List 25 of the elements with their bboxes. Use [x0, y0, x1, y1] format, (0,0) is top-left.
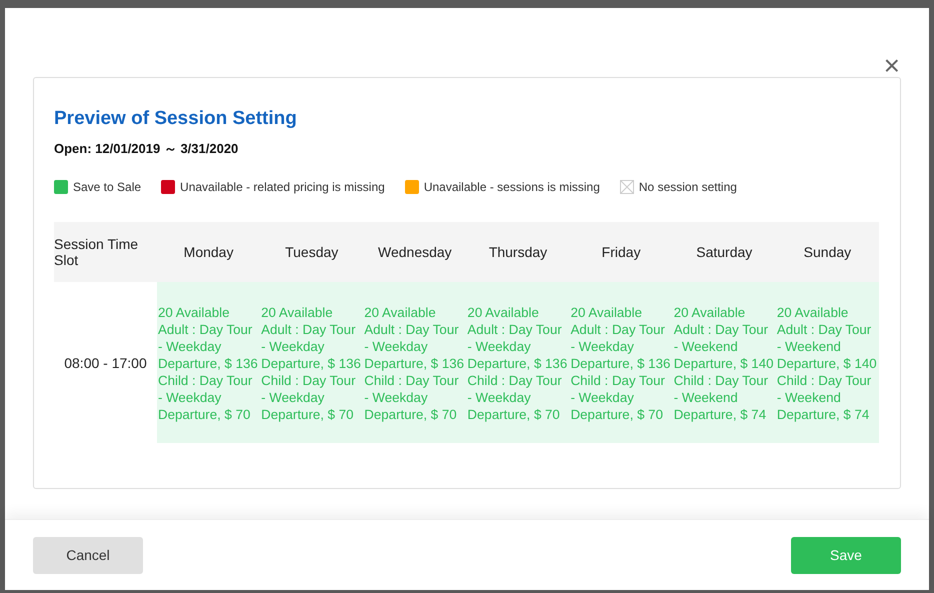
open-range: Open: 12/01/2019 ～ 3/31/2020 — [54, 140, 240, 158]
column-header: Saturday — [672, 222, 776, 282]
crossed-box-icon — [620, 180, 634, 194]
session-cell: 20 Available Adult : Day Tour - Weekend Departure, $ 140 Child : Day Tour - Weekend Departure, $ 74 — [776, 282, 879, 443]
column-header: Wednesday — [363, 222, 466, 282]
session-cell: 20 Available Adult : Day Tour - Weekday Departure, $ 136 Child : Day Tour - Weekday Departure, $ 70 — [363, 282, 466, 443]
session-cell: 20 Available Adult : Day Tour - Weekday Departure, $ 136 Child : Day Tour - Weekday Departure, $ 70 — [260, 282, 364, 443]
close-button[interactable]: × — [880, 55, 903, 77]
time-slot-cell: 08:00 - 17:00 — [54, 282, 157, 443]
dialog-title: Preview of Session Setting — [54, 108, 298, 130]
session-cell: 20 Available Adult : Day Tour - Weekday Departure, $ 136 Child : Day Tour - Weekday Departure, $ 70 — [570, 282, 673, 443]
column-header: Session Time Slot — [54, 222, 157, 282]
legend-label: No session setting — [638, 180, 737, 194]
cancel-button[interactable]: Cancel — [33, 536, 143, 574]
session-cell: 20 Available Adult : Day Tour - Weekday Departure, $ 136 Child : Day Tour - Weekday Departure, $ 70 — [157, 282, 260, 443]
legend-label: Unavailable - sessions is missing — [424, 180, 600, 194]
session-cell: 20 Available Adult : Day Tour - Weekend Departure, $ 140 Child : Day Tour - Weekend Departure, $ 74 — [672, 282, 776, 443]
column-header: Sunday — [776, 222, 879, 282]
column-header: Friday — [570, 222, 673, 282]
column-header: Thursday — [466, 222, 570, 282]
legend-label: Save to Sale — [73, 180, 142, 194]
column-header: Tuesday — [260, 222, 364, 282]
legend-label: Unavailable - related pricing is missing — [180, 180, 385, 194]
session-cell: 20 Available Adult : Day Tour - Weekday Departure, $ 136 Child : Day Tour - Weekday Departure, $ 70 — [466, 282, 570, 443]
column-header: Monday — [157, 222, 260, 282]
